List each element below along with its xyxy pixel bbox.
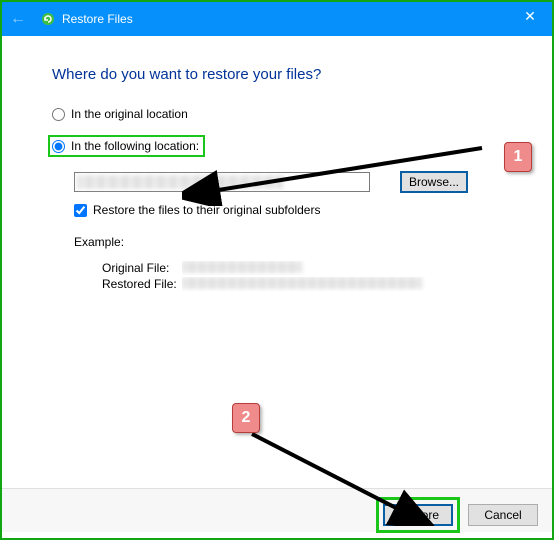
- back-arrow-icon: ←: [10, 10, 26, 28]
- restore-files-icon: [40, 11, 56, 27]
- window-title: Restore Files: [62, 12, 133, 26]
- browse-button[interactable]: Browse...: [400, 171, 468, 193]
- callout-badge-1: 1: [504, 142, 532, 172]
- restore-button[interactable]: Restore: [383, 504, 453, 526]
- path-input[interactable]: [74, 172, 370, 192]
- subfolders-checkbox[interactable]: [74, 204, 87, 217]
- footer-bar: Restore Cancel: [2, 488, 552, 532]
- radio-following-label: In the following location:: [71, 139, 199, 153]
- subfolders-checkbox-row[interactable]: Restore the files to their original subf…: [74, 203, 512, 217]
- restore-highlight: Restore: [376, 497, 460, 533]
- example-original-value: [182, 261, 512, 275]
- example-restored-value: [182, 277, 512, 291]
- cancel-button[interactable]: Cancel: [468, 504, 538, 526]
- radio-original-label: In the original location: [71, 107, 188, 121]
- titlebar: ← Restore Files ✕: [2, 2, 552, 36]
- callout-badge-2: 2: [232, 403, 260, 433]
- example-original-key: Original File:: [102, 261, 182, 275]
- radio-original-input[interactable]: [52, 108, 65, 121]
- radio-following-location[interactable]: In the following location:: [52, 139, 199, 153]
- example-heading: Example:: [74, 235, 512, 249]
- blurred-path-text: [77, 175, 283, 189]
- following-location-highlight: In the following location:: [48, 135, 205, 157]
- subfolders-label: Restore the files to their original subf…: [93, 203, 320, 217]
- example-restored-key: Restored File:: [102, 277, 182, 291]
- radio-following-input[interactable]: [52, 140, 65, 153]
- radio-original-location[interactable]: In the original location: [52, 107, 512, 121]
- close-icon[interactable]: ✕: [518, 8, 542, 25]
- example-grid: Original File: Restored File:: [102, 261, 512, 291]
- content-area: Where do you want to restore your files?…: [2, 36, 552, 538]
- page-heading: Where do you want to restore your files?: [52, 66, 512, 83]
